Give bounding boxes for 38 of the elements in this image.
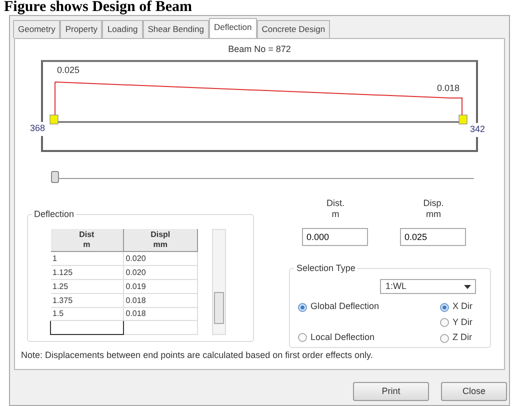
table-cell: 0.020 [123,252,198,266]
table-cell: 1.375 [50,293,124,308]
field-label: Dist. m [326,198,344,220]
print-button[interactable]: Print [353,382,429,402]
field-label: Disp. mm [423,198,444,220]
table-cell: 0.020 [123,266,198,280]
column-header: Displ mm [123,229,198,252]
radio-label: X Dir [452,300,472,314]
radio-label: Global Deflection [310,300,380,314]
table-cell: 1 [50,252,124,266]
node-number: 368 [30,122,46,136]
tab[interactable]: Shear Bending [142,20,209,38]
type-dropdown[interactable]: 1:WL [380,279,476,294]
table-cell: 1.25 [50,279,124,294]
column-header: Dist m [50,229,124,252]
tab[interactable]: Property [60,20,102,38]
table-cell: 0.018 [123,307,198,321]
deflection-value: 0.025 [57,64,80,78]
tab[interactable]: Geometry [13,20,60,38]
table-cell: 0.019 [123,279,198,294]
value-field[interactable]: 0.000 [302,228,368,246]
value-field[interactable]: 0.025 [400,228,466,246]
note-text: Note: Displacements between end points are calculated based on first order effects only. [21,349,373,362]
radio-label: Local Deflection [310,330,375,344]
tab[interactable]: Loading [102,20,143,38]
figure-caption: Figure shows Design of Beam [3,0,194,15]
group-title: Selection Type [294,262,358,276]
table-cell: 0.018 [123,293,198,308]
tab[interactable]: Deflection [208,18,257,38]
beam-number: Beam No = 872 [228,44,291,54]
radio-label: Z Dir [452,331,472,344]
table-cell: 1.125 [50,266,124,280]
table-cell: 1.5 [50,307,124,321]
node-number: 342 [470,123,486,137]
deflection-value: 0.018 [437,82,460,96]
close-button[interactable]: Close [441,382,507,402]
tab[interactable]: Concrete Design [256,20,330,38]
radio-label: Y Dir [452,316,472,329]
